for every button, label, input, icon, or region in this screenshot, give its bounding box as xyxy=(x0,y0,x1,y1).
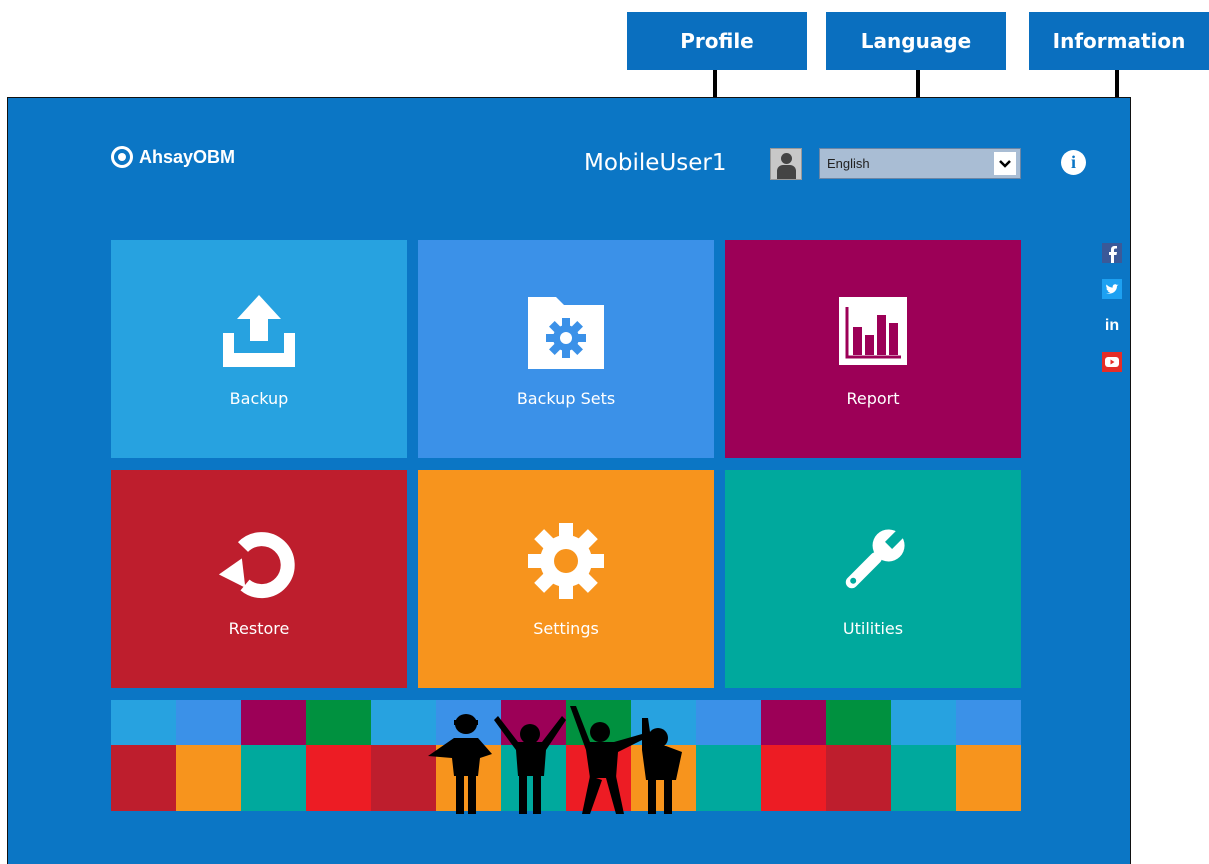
logo-text: AhsayOBM xyxy=(139,146,236,167)
report-tile-label: Report xyxy=(846,388,900,408)
info-icon: i xyxy=(1070,152,1076,172)
language-callout: Language xyxy=(826,12,1006,70)
profile-avatar-button[interactable] xyxy=(770,148,802,180)
information-callout: Information xyxy=(1029,12,1209,70)
backup-sets-tile-label: Backup Sets xyxy=(516,388,616,408)
facebook-icon[interactable] xyxy=(1101,243,1123,263)
restore-icon xyxy=(219,521,299,601)
youtube-icon[interactable] xyxy=(1101,352,1123,372)
user-icon xyxy=(781,153,792,164)
app-logo: AhsayOBM xyxy=(111,146,235,168)
backup-tile-label: Backup xyxy=(229,388,289,408)
backup-sets-tile[interactable]: Backup Sets xyxy=(418,240,714,458)
upload-icon xyxy=(219,291,299,371)
backup-tile[interactable]: Backup xyxy=(111,240,407,458)
wrench-icon xyxy=(833,521,913,601)
logo-icon xyxy=(111,146,133,168)
twitter-icon[interactable] xyxy=(1101,279,1123,299)
information-button[interactable]: i xyxy=(1061,150,1086,175)
utilities-tile[interactable]: Utilities xyxy=(725,470,1021,688)
language-select[interactable]: English xyxy=(819,148,1021,179)
settings-tile-label: Settings xyxy=(533,618,599,638)
linkedin-icon[interactable]: in xyxy=(1101,316,1123,336)
language-selected-value: English xyxy=(827,156,870,171)
folder-gear-icon xyxy=(526,291,606,371)
chevron-down-icon xyxy=(994,152,1016,175)
gear-icon xyxy=(526,521,606,601)
utilities-tile-label: Utilities xyxy=(842,618,904,638)
information-callout-label: Information xyxy=(1052,29,1186,53)
restore-tile[interactable]: Restore xyxy=(111,470,407,688)
report-tile[interactable]: Report xyxy=(725,240,1021,458)
bar-chart-icon xyxy=(833,291,913,371)
profile-callout: Profile xyxy=(627,12,807,70)
profile-callout-label: Profile xyxy=(680,29,754,53)
app-window: AhsayOBM MobileUser1 English i in Backup xyxy=(7,97,1131,864)
restore-tile-label: Restore xyxy=(228,618,290,638)
username-label: MobileUser1 xyxy=(584,150,727,176)
silhouettes-graphic xyxy=(428,706,682,814)
settings-tile[interactable]: Settings xyxy=(418,470,714,688)
language-callout-label: Language xyxy=(860,29,972,53)
